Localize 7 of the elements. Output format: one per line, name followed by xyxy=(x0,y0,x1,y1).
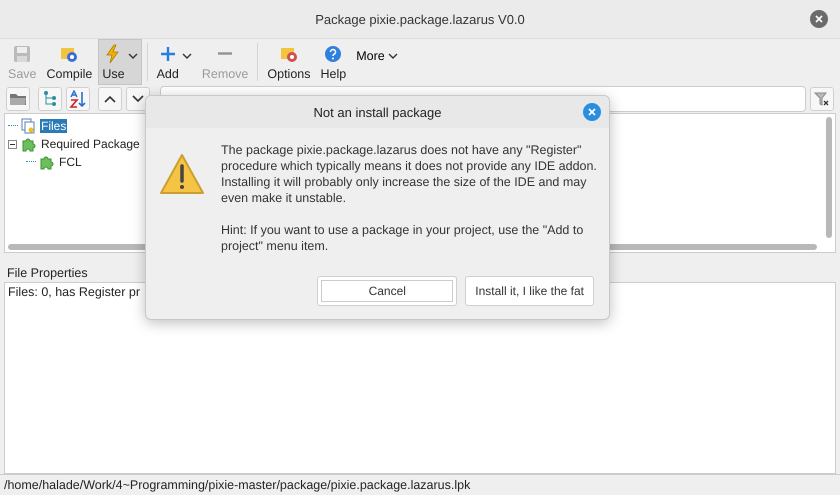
dialog-title: Not an install package xyxy=(314,104,442,120)
file-path: /home/halade/Work/4~Programming/pixie-master/package/pixie.package.lazarus.lpk xyxy=(4,478,470,492)
section-title: File Properties xyxy=(6,265,89,282)
window-title: Package pixie.package.lazarus V0.0 xyxy=(315,12,525,26)
dialog-message: The package pixie.package.lazarus does not have any "Register" procedure which typically means it does not provide any IDE addon. Installing it will probably only increase the size of the IDE and may even make it unstable. xyxy=(221,142,598,206)
properties-text: Files: 0, has Register pr xyxy=(8,285,140,299)
dialog-hint: Hint: If you want to use a package in your project, use the "Add to project" menu item. xyxy=(221,222,584,254)
